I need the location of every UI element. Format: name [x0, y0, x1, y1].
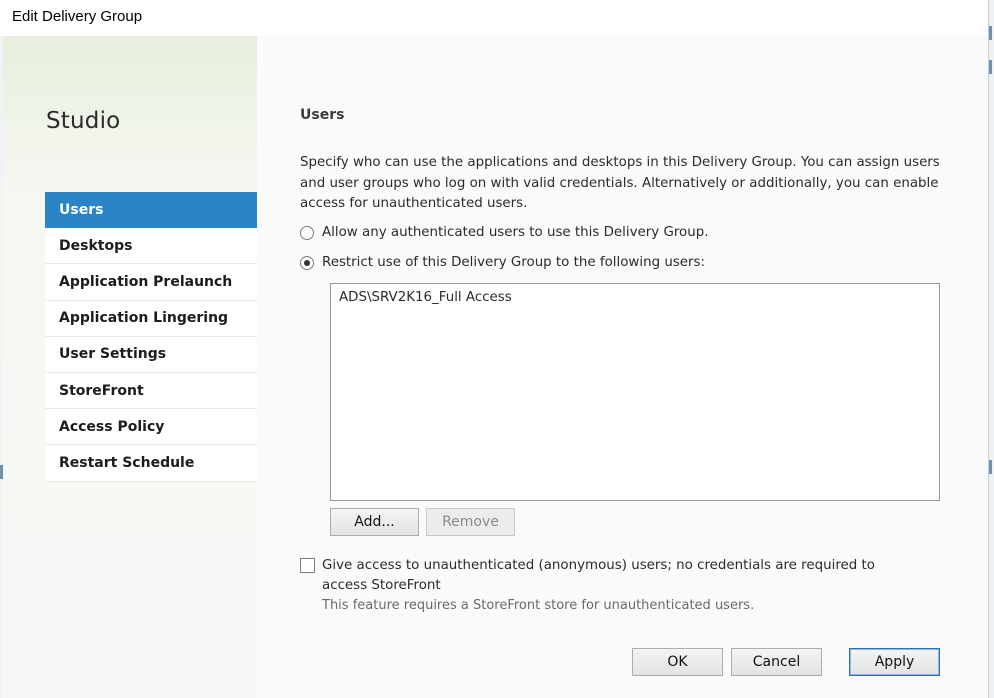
sidebar-item-storefront[interactable]: StoreFront: [45, 372, 257, 410]
anonymous-access-note: This feature requires a StoreFront store…: [322, 598, 755, 613]
users-list[interactable]: ADS\SRV2K16_Full Access: [330, 283, 940, 501]
studio-brand: Studio: [46, 108, 121, 134]
edit-delivery-group-dialog: Studio Users Desktops Application Prelau…: [3, 36, 988, 698]
background-marker: [989, 460, 992, 474]
sidebar-item-label: Desktops: [59, 237, 133, 254]
sidebar-item-label: Access Policy: [59, 418, 165, 435]
sidebar-item-restart-schedule[interactable]: Restart Schedule: [45, 445, 257, 482]
sidebar-item-label: Application Lingering: [59, 310, 229, 327]
remove-button[interactable]: Remove: [426, 508, 515, 536]
sidebar-item-user-settings[interactable]: User Settings: [45, 336, 257, 373]
sidebar-item-application-prelaunch[interactable]: Application Prelaunch: [45, 264, 257, 301]
radio-button-checked[interactable]: [300, 255, 314, 270]
list-item[interactable]: ADS\SRV2K16_Full Access: [331, 284, 939, 311]
sidebar-nav: Users Desktops Application Prelaunch App…: [45, 192, 271, 482]
anonymous-access-option[interactable]: Give access to unauthenticated (anonymou…: [300, 556, 922, 596]
sidebar-item-label: Application Prelaunch: [59, 273, 233, 290]
sidebar: Studio Users Desktops Application Prelau…: [3, 36, 271, 698]
sidebar-item-label: Restart Schedule: [59, 454, 195, 471]
sidebar-item-label: Users: [59, 201, 104, 218]
background-window-edge-right: [988, 0, 994, 698]
sidebar-item-desktops[interactable]: Desktops: [45, 228, 257, 265]
apply-button[interactable]: Apply: [849, 648, 940, 676]
anonymous-access-label: Give access to unauthenticated (anonymou…: [322, 558, 875, 593]
page-description: Specify who can use the applications and…: [300, 155, 940, 211]
title-bar[interactable]: Edit Delivery Group: [0, 0, 988, 36]
main-content: Users Specify who can use the applicatio…: [257, 36, 988, 698]
radio-button-unchecked[interactable]: [300, 225, 314, 240]
window-title: Edit Delivery Group: [12, 8, 143, 25]
page-title: Users: [300, 107, 345, 123]
sidebar-item-label: StoreFront: [59, 382, 144, 399]
radio-label: Allow any authenticated users to use thi…: [322, 225, 709, 240]
add-button[interactable]: Add...: [330, 508, 419, 536]
sidebar-item-label: User Settings: [59, 346, 167, 363]
radio-any-authenticated[interactable]: Allow any authenticated users to use thi…: [300, 225, 708, 240]
ok-button[interactable]: OK: [632, 648, 723, 676]
background-marker: [989, 26, 992, 40]
cancel-button[interactable]: Cancel: [731, 648, 822, 676]
sidebar-item-users[interactable]: Users: [45, 192, 271, 229]
background-marker: [989, 60, 992, 74]
radio-restrict-users[interactable]: Restrict use of this Delivery Group to t…: [300, 255, 705, 270]
radio-label: Restrict use of this Delivery Group to t…: [322, 255, 706, 270]
sidebar-item-access-policy[interactable]: Access Policy: [45, 409, 257, 446]
sidebar-item-application-lingering[interactable]: Application Lingering: [45, 300, 257, 337]
anonymous-access-checkbox[interactable]: [300, 558, 315, 573]
